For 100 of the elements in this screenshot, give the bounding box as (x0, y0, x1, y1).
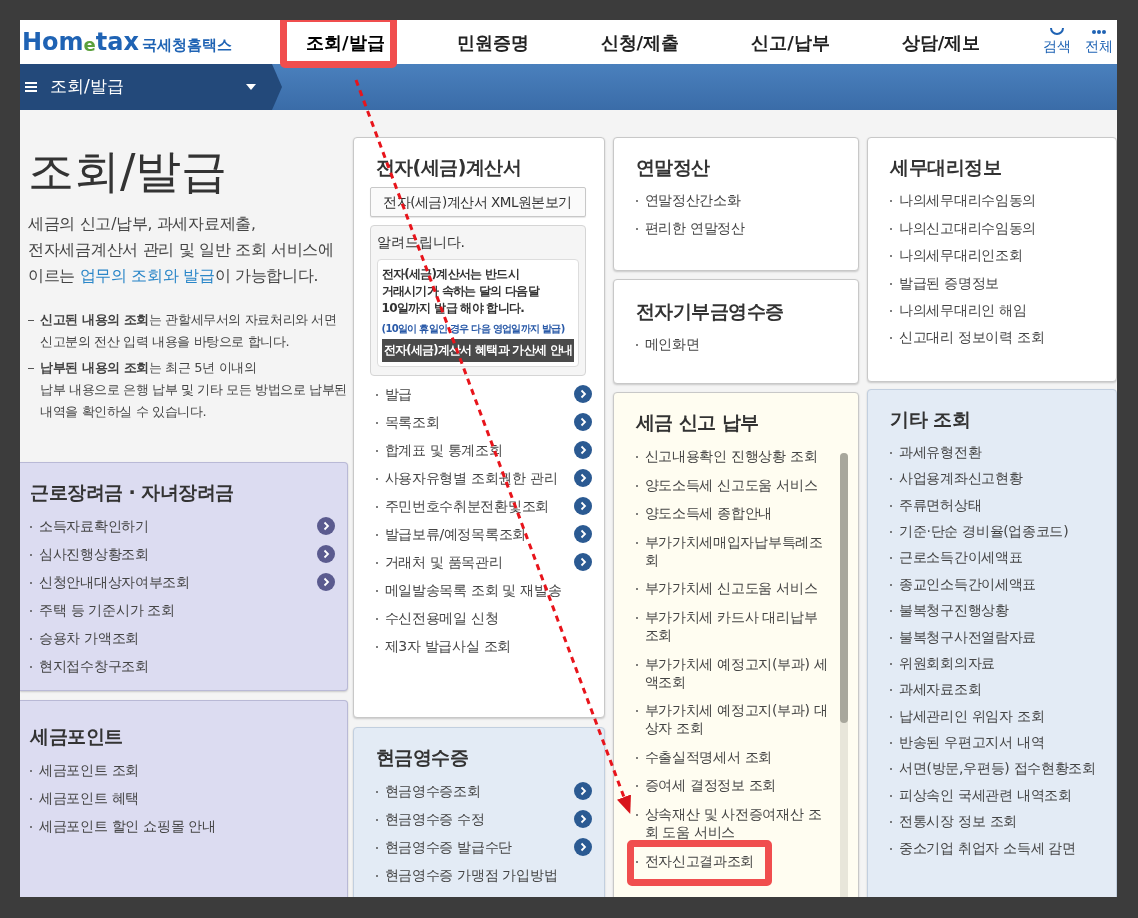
arrow-button[interactable] (573, 413, 592, 432)
nav-tab[interactable]: 신청/제출 (580, 28, 700, 56)
menu-link[interactable]: 불복청구진행상황 (899, 601, 1104, 620)
menu-link[interactable]: 과세자료조회 (899, 680, 1104, 699)
menu-link[interactable]: 종교인소득간이세액표 (899, 574, 1104, 593)
card-title: 세금포인트 (30, 724, 124, 748)
menu-link[interactable]: 중소기업 취업자 소득세 감면 (899, 838, 1104, 857)
menu-link[interactable]: 세금포인트 혜택 (39, 788, 335, 807)
menu-link[interactable]: 세금포인트 조회 (39, 760, 335, 779)
menu-link[interactable]: 납세관리인 위임자 조회 (899, 706, 1104, 725)
menu-link[interactable]: 메일발송목록 조회 및 재발송 (384, 581, 592, 600)
menu-link[interactable]: 기준·단순 경비율(업종코드) (899, 522, 1104, 541)
menu-link[interactable]: 발급된 증명정보 (899, 273, 1104, 292)
menu-link[interactable]: 피상속인 국세관련 내역조회 (899, 785, 1104, 804)
menu-link[interactable]: 증여세 결정정보 조회 (644, 776, 830, 795)
menu-link[interactable]: 현지접수창구조회 (39, 656, 335, 675)
notice-remark: (10일이 휴일인 경우 다음 영업일까지 발급) (381, 322, 566, 337)
menu-link[interactable]: 서면(방문,우편등) 접수현황조회 (899, 759, 1104, 778)
menu-link[interactable]: 부가가치세 카드사 대리납부 조회 (644, 608, 830, 645)
nav-tab[interactable]: 신고/납부 (731, 28, 850, 56)
card-title: 세무대리정보 (890, 156, 1002, 179)
menu-link[interactable]: 부가가치세매입자납부특례조회 (644, 532, 830, 569)
arrow-button[interactable] (316, 544, 335, 563)
arrow-button[interactable] (573, 781, 592, 800)
arrow-button[interactable] (573, 441, 592, 460)
menu-link[interactable]: 현금영수증 발급수단 (384, 837, 567, 856)
menu-link[interactable]: 불복청구사전열람자료 (899, 627, 1104, 646)
nav-tab[interactable]: 민원증명 (436, 28, 549, 56)
menu-link[interactable]: 현금영수증 가맹점 가입방법 (384, 865, 592, 884)
dash-icon (28, 319, 34, 321)
dash-icon (28, 367, 34, 369)
menu-link[interactable]: 제3자 발급사실 조회 (384, 637, 592, 656)
menu-link[interactable]: 발급보류/예정목록조회 (384, 525, 567, 544)
card-title: 전자기부금영수증 (635, 300, 785, 323)
arrow-button[interactable] (316, 572, 335, 591)
menu-link[interactable]: 사업용계좌신고현황 (899, 469, 1104, 488)
card-title: 현금영수증 (375, 746, 470, 769)
menu-link[interactable]: 현금영수증 수정 (384, 809, 567, 828)
menu-link[interactable]: 합계표 및 통계조회 (384, 441, 567, 460)
menu-link[interactable]: 양도소득세 종합안내 (644, 504, 830, 523)
menu-link[interactable]: 세금포인트 할인 쇼핑몰 안내 (39, 816, 335, 835)
menu-button[interactable]: 전체 (1085, 27, 1113, 57)
menu-link[interactable]: 나의세무대리인조회 (899, 246, 1104, 265)
menu-link[interactable]: 주택 등 기준시가 조회 (39, 600, 335, 619)
search-button[interactable]: 검색 (1043, 27, 1071, 57)
arrow-button[interactable] (573, 837, 592, 856)
menu-link[interactable]: 위원회회의자료 (899, 654, 1104, 672)
menu-link[interactable]: 부가가치세 예정고지(부과) 대상자 조회 (644, 701, 830, 738)
menu-link[interactable]: 수신전용메일 신청 (384, 609, 592, 628)
menu-link[interactable]: 편리한 연말정산 (644, 218, 846, 237)
page-title: 조회/발급 (28, 146, 229, 197)
menu-link[interactable]: 양도소득세 신고도움 서비스 (644, 475, 830, 494)
menu-link[interactable]: 전자신고결과조회 (644, 851, 755, 870)
menu-link[interactable]: 메인화면 (644, 335, 846, 354)
notice-title: 알려드립니다. (376, 233, 467, 253)
menu-link[interactable]: 나의세무대리인 해임 (899, 301, 1104, 319)
arrow-button[interactable] (573, 525, 592, 544)
menu-link[interactable]: 전통시장 정보 조회 (899, 812, 1104, 831)
card-title: 세금 신고 납부 (635, 411, 760, 434)
menu-link[interactable]: 목록조회 (384, 413, 567, 432)
menu-link[interactable]: 나의세무대리수임동의 (899, 191, 1104, 210)
note-text: 납부된 내용의 조회는 최근 5년 이내의 납부 내용으로 은행 납부 및 기타 모든 방법으로 납부된 내역을 확인하실 수 있습니다. (40, 358, 348, 421)
menu-icon (1091, 27, 1107, 36)
scrollbar-thumb[interactable] (840, 453, 848, 723)
menu-link[interactable]: 사용자유형별 조회권한 관리 (384, 469, 567, 488)
menu-link[interactable]: 근로소득간이세액표 (899, 548, 1104, 567)
menu-link[interactable]: 부가가치세 신고도움 서비스 (644, 579, 830, 598)
menu-link[interactable]: 거래처 및 품목관리 (384, 553, 567, 572)
arrow-button[interactable] (573, 469, 592, 488)
card-title: 근로장려금 · 자녀장려금 (30, 481, 235, 504)
menu-link[interactable]: 수출실적명세서 조회 (644, 747, 830, 766)
menu-link[interactable]: 심사진행상황조회 (39, 544, 310, 563)
arrow-button[interactable] (573, 553, 592, 572)
guide-button[interactable]: 전자(세금)계산서 혜택과 가산세 안내 (381, 339, 574, 363)
menu-link[interactable]: 과세유형전환 (899, 443, 1104, 461)
arrow-button[interactable] (573, 497, 592, 516)
nav-tab[interactable]: 상담/제보 (881, 28, 1001, 56)
menu-link[interactable]: 승용차 가액조회 (39, 628, 335, 647)
menu-link[interactable]: 주민번호수취분전환및조회 (384, 497, 567, 516)
note-text: 신고된 내용의 조회는 관할세무서의 자료처리와 서면신고분의 전산 입력 내용을 바탕으로 합니다. (40, 310, 338, 351)
menu-link[interactable]: 신고내용확인 진행상황 조회 (644, 447, 830, 466)
arrow-button[interactable] (316, 516, 335, 535)
intro-text: 세금의 신고/납부, 과세자료제출, 전자세금계산서 관리 및 일반 조회 서비스에 이르는 업무의 조회와 발급이 가능합니다. (28, 213, 335, 287)
menu-link[interactable]: 상속재산 및 사전증여재산 조회 도움 서비스 (644, 805, 830, 842)
menu-link[interactable]: 반송된 우편고지서 내역 (899, 733, 1104, 752)
menu-link[interactable]: 주류면허상태 (899, 495, 1104, 514)
menu-link[interactable]: 나의신고대리수임동의 (899, 218, 1104, 237)
xml-view-button[interactable]: 전자(세금)계산서 XML원본보기 (369, 186, 586, 218)
arrow-button[interactable] (573, 809, 592, 828)
card-title: 전자(세금)계산서 (375, 156, 523, 179)
menu-link[interactable]: 부가가치세 예정고지(부과) 세액조회 (644, 654, 830, 691)
search-icon (1049, 27, 1065, 36)
menu-link[interactable]: 현금영수증조회 (384, 781, 567, 800)
menu-link[interactable]: 소득자료확인하기 (39, 516, 310, 535)
nav-tab[interactable]: 조회/발급 (286, 28, 405, 56)
menu-link[interactable]: 신고대리 정보이력 조회 (899, 328, 1104, 347)
menu-link[interactable]: 신청안내대상자여부조회 (39, 572, 310, 591)
menu-link[interactable]: 연말정산간소화 (644, 191, 846, 210)
arrow-button[interactable] (573, 385, 592, 404)
menu-link[interactable]: 발급 (384, 385, 567, 404)
